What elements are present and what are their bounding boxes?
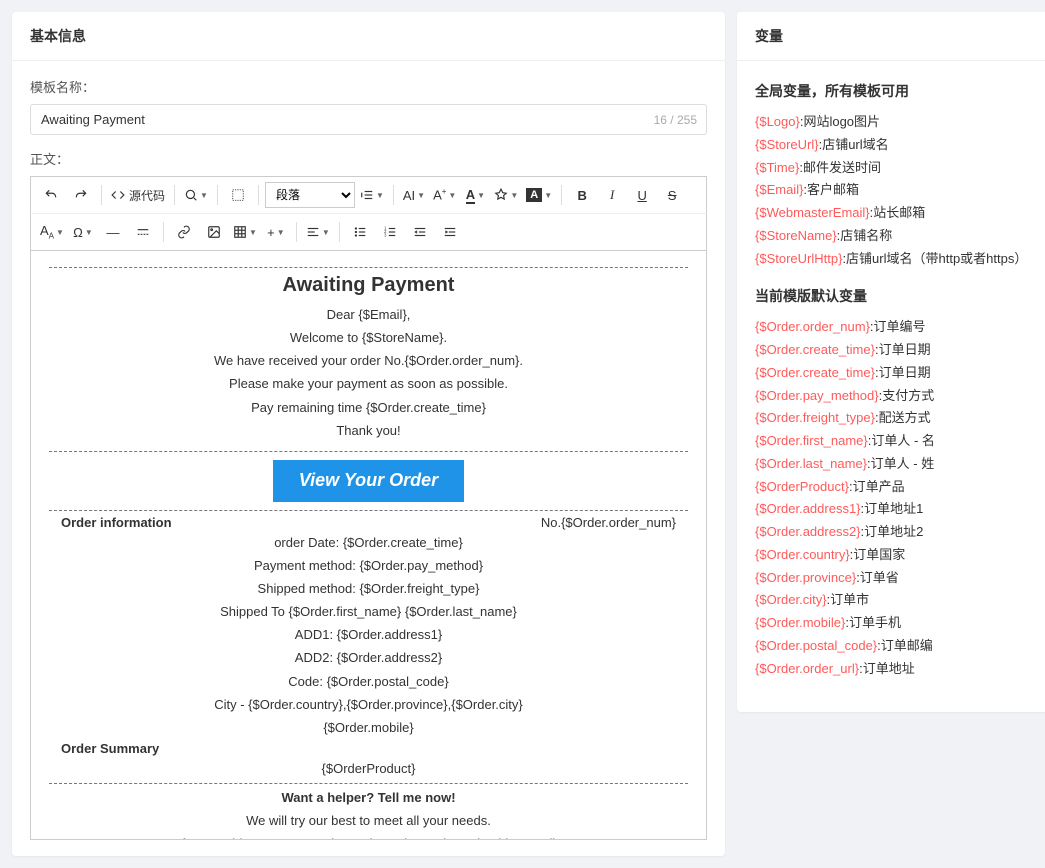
- editor-line: Shipped To {$Order.first_name} {$Order.l…: [49, 602, 688, 622]
- select-all-icon[interactable]: [224, 181, 252, 209]
- variable-item[interactable]: {$Logo}:网站logo图片: [755, 111, 1039, 134]
- variable-item[interactable]: {$Order.mobile}:订单手机: [755, 612, 1039, 635]
- editor-line: ADD1: {$Order.address1}: [49, 625, 688, 645]
- editor-line: Pay remaining time {$Order.create_time}: [49, 398, 688, 418]
- basic-info-panel: 基本信息 模板名称： 16 / 255 正文： 源代码 ▼ 段落 ▼: [12, 12, 725, 856]
- strike-button[interactable]: S: [658, 181, 686, 209]
- insert-button[interactable]: +▼: [262, 218, 290, 246]
- editor-line: Code: {$Order.postal_code}: [49, 672, 688, 692]
- bullet-list-icon[interactable]: [346, 218, 374, 246]
- font-color-button[interactable]: A▼: [461, 181, 489, 209]
- paragraph-select[interactable]: 段落: [265, 182, 355, 208]
- variable-item[interactable]: {$Order.address2}:订单地址2: [755, 521, 1039, 544]
- editor-line: Welcome to {$StoreName}.: [49, 328, 688, 348]
- redo-icon[interactable]: [67, 181, 95, 209]
- ai-button[interactable]: AI▼: [400, 181, 428, 209]
- char-count: 16 / 255: [654, 113, 697, 127]
- variable-item[interactable]: {$Order.last_name}:订单人 - 姓: [755, 453, 1039, 476]
- variable-item[interactable]: {$Order.create_time}:订单日期: [755, 362, 1039, 385]
- bold-button[interactable]: B: [568, 181, 596, 209]
- order-summary-label: Order Summary: [61, 741, 159, 756]
- variable-item[interactable]: {$Email}:客户邮箱: [755, 179, 1039, 202]
- editor-line: Thank you!: [49, 421, 688, 441]
- helper-title: Want a helper? Tell me now!: [281, 790, 455, 805]
- editor-toolbar: 源代码 ▼ 段落 ▼ AI▼ A+▼ A▼ ▼ A▼ B I U S: [30, 176, 707, 213]
- highlight-button[interactable]: ▼: [491, 181, 521, 209]
- global-vars-title: 全局变量，所有模板可用: [755, 81, 1039, 101]
- variable-item[interactable]: {$Order.first_name}:订单人 - 名: [755, 430, 1039, 453]
- link-icon[interactable]: [170, 218, 198, 246]
- editor-line: We will try our best to meet all your ne…: [49, 811, 688, 831]
- font-size-button[interactable]: A+▼: [430, 181, 459, 209]
- line-height-icon[interactable]: ▼: [357, 181, 387, 209]
- editor-line: We have received your order No.{$Order.o…: [49, 351, 688, 371]
- variable-item[interactable]: {$Order.country}:订单国家: [755, 544, 1039, 567]
- variables-panel: 变量 全局变量，所有模板可用 {$Logo}:网站logo图片{$StoreUr…: [737, 12, 1045, 712]
- editor-line: order Date: {$Order.create_time}: [49, 533, 688, 553]
- outdent-icon[interactable]: [406, 218, 434, 246]
- variable-item[interactable]: {$Order.province}:订单省: [755, 567, 1039, 590]
- editor-line: Payment method: {$Order.pay_method}: [49, 556, 688, 576]
- variable-item[interactable]: {$Order.city}:订单市: [755, 589, 1039, 612]
- template-name-label: 模板名称：: [30, 77, 707, 96]
- email-title: Awaiting Payment: [49, 274, 688, 297]
- variable-item[interactable]: {$Order.pay_method}:支付方式: [755, 385, 1039, 408]
- variable-item[interactable]: {$Order.create_time}:订单日期: [755, 339, 1039, 362]
- variable-item[interactable]: {$WebmasterEmail}:站长邮箱: [755, 202, 1039, 225]
- template-vars-title: 当前模版默认变量: [755, 286, 1039, 306]
- find-replace-icon[interactable]: ▼: [181, 181, 211, 209]
- font-family-button[interactable]: AA▼: [37, 218, 67, 246]
- editor-line: {$OrderProduct}: [49, 759, 688, 779]
- variable-item[interactable]: {$Order.address1}:订单地址1: [755, 498, 1039, 521]
- indent-icon[interactable]: [436, 218, 464, 246]
- template-name-input[interactable]: [30, 104, 707, 135]
- source-code-button[interactable]: 源代码: [108, 181, 168, 209]
- variable-item[interactable]: {$StoreUrl}:店铺url域名: [755, 134, 1039, 157]
- svg-text:3: 3: [384, 233, 387, 238]
- table-icon[interactable]: ▼: [230, 218, 260, 246]
- editor-line: ADD2: {$Order.address2}: [49, 648, 688, 668]
- variable-item[interactable]: {$StoreName}:店铺名称: [755, 225, 1039, 248]
- panel-title: 基本信息: [12, 12, 725, 61]
- variable-item[interactable]: {$Time}:邮件发送时间: [755, 157, 1039, 180]
- special-char-button[interactable]: Ω▼: [69, 218, 97, 246]
- editor-line: Please make your payment as soon as poss…: [49, 374, 688, 394]
- image-icon[interactable]: [200, 218, 228, 246]
- order-info-label: Order information: [61, 515, 172, 530]
- variable-item[interactable]: {$OrderProduct}:订单产品: [755, 476, 1039, 499]
- italic-button[interactable]: I: [598, 181, 626, 209]
- number-list-icon[interactable]: 123: [376, 218, 404, 246]
- align-button[interactable]: ▼: [303, 218, 333, 246]
- editor-line: City - {$Order.country},{$Order.province…: [49, 695, 688, 715]
- variable-item[interactable]: {$Order.postal_code}:订单邮编: [755, 635, 1039, 658]
- variable-item[interactable]: {$Order.order_url}:订单地址: [755, 658, 1039, 681]
- view-order-button[interactable]: View Your Order: [273, 460, 464, 502]
- hr-button[interactable]: —: [99, 218, 127, 246]
- body-label: 正文：: [30, 149, 707, 168]
- variable-item[interactable]: {$Order.freight_type}:配送方式: [755, 407, 1039, 430]
- editor-line: {$Order.mobile}: [49, 718, 688, 738]
- editor-line: If any problems or suggestions, please l…: [49, 834, 688, 840]
- bg-color-button[interactable]: A▼: [523, 181, 555, 209]
- editor-line: Dear {$Email},: [49, 305, 688, 325]
- variables-title: 变量: [737, 12, 1045, 61]
- variable-item[interactable]: {$StoreUrlHttp}:店铺url域名（带http或者https）: [755, 248, 1039, 271]
- underline-button[interactable]: U: [628, 181, 656, 209]
- variable-item[interactable]: {$Order.order_num}:订单编号: [755, 316, 1039, 339]
- editor-line: Shipped method: {$Order.freight_type}: [49, 579, 688, 599]
- editor-content[interactable]: Awaiting Payment Dear {$Email}, Welcome …: [30, 250, 707, 840]
- editor-toolbar-row2: AA▼ Ω▼ — ▼ +▼ ▼ 123: [30, 213, 707, 250]
- pagebreak-icon[interactable]: [129, 218, 157, 246]
- undo-icon[interactable]: [37, 181, 65, 209]
- order-no: No.{$Order.order_num}: [541, 515, 676, 530]
